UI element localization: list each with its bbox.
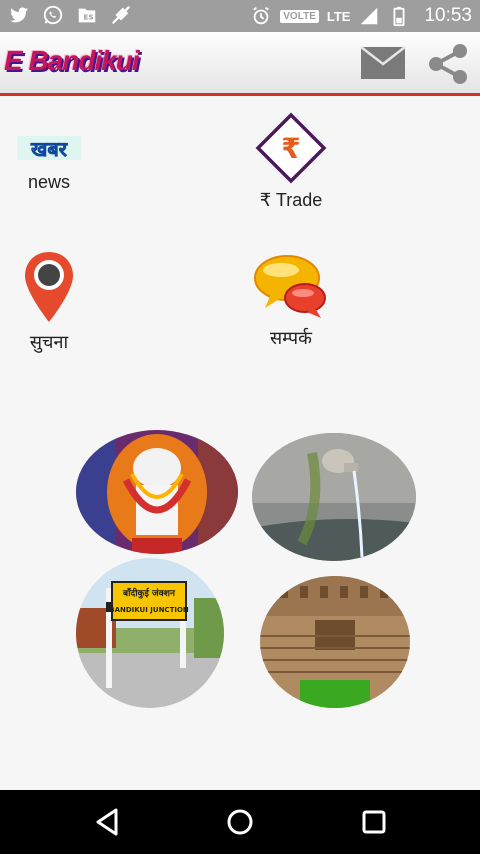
svg-text:BANDIKUI JUNCTION: BANDIKUI JUNCTION: [109, 606, 189, 614]
system-indicators: VOLTE LTE 10:53: [250, 4, 472, 28]
grid-item-trade[interactable]: ₹ ₹ Trade: [206, 112, 376, 211]
notification-icons: ES: [8, 4, 132, 26]
location-pin-icon: [25, 252, 73, 322]
mail-icon[interactable]: [360, 46, 406, 80]
network-type: LTE: [326, 8, 351, 24]
khabar-icon: खबर: [17, 136, 81, 161]
whatsapp-icon: [43, 5, 63, 25]
battery-icon: [393, 6, 405, 27]
alarm-icon: [253, 6, 270, 25]
grid-item-news[interactable]: खबर news: [0, 116, 134, 193]
status-bar: ES VOLTE LTE 10:53: [0, 0, 480, 32]
stepwell-photo[interactable]: [260, 576, 410, 708]
app-bar: E Bandikui: [0, 32, 480, 96]
temple-deity-photo[interactable]: [76, 430, 238, 554]
bandikui-junction-photo[interactable]: बाँदीकुई जंक्शन BANDIKUI JUNCTION: [76, 558, 224, 708]
water-spout-photo[interactable]: [252, 433, 416, 561]
recent-apps-icon[interactable]: [358, 806, 390, 838]
chat-bubbles-icon: [254, 255, 326, 318]
share-icon[interactable]: [424, 40, 472, 88]
grid-item-label: सुचना: [29, 332, 69, 352]
grid-item-suchna[interactable]: सुचना: [0, 250, 134, 354]
es-file-icon: ES: [78, 8, 96, 23]
home-icon[interactable]: [224, 806, 256, 838]
rupee-diamond-icon: ₹: [255, 112, 327, 184]
signal-icon: [361, 7, 378, 25]
mute-icon: [111, 5, 131, 25]
twitter-icon: [9, 7, 29, 23]
status-time: 10:53: [424, 5, 472, 26]
grid-item-label: सम्पर्क: [270, 328, 312, 348]
svg-text:ES: ES: [83, 13, 93, 22]
grid-item-label: ₹ Trade: [259, 190, 323, 210]
navigation-bar: [0, 790, 480, 854]
svg-text:₹: ₹: [281, 132, 300, 165]
grid-item-sampark[interactable]: सम्पर्क: [206, 252, 376, 350]
svg-text:खबर: खबर: [30, 137, 68, 161]
svg-text:बाँदीकुई जंक्शन: बाँदीकुई जंक्शन: [122, 587, 176, 599]
back-icon[interactable]: [92, 806, 124, 838]
volte-badge: VOLTE: [280, 9, 319, 23]
app-title: E Bandikui: [4, 45, 140, 76]
grid-item-label: news: [27, 172, 71, 192]
